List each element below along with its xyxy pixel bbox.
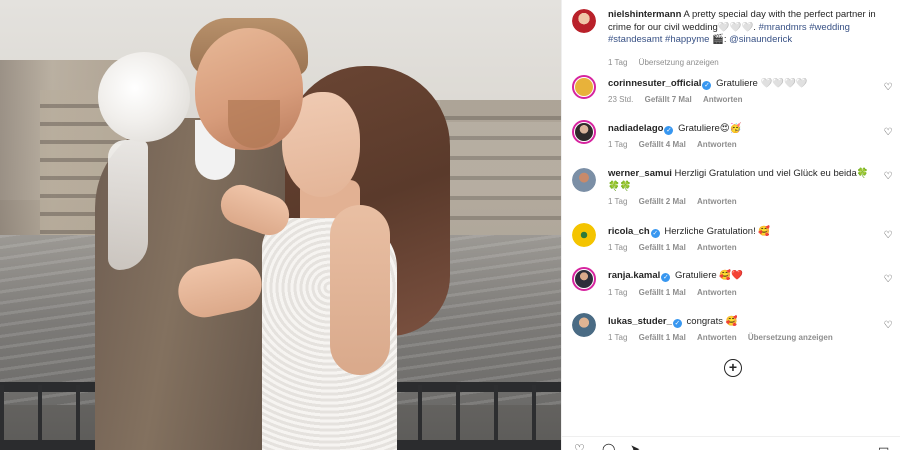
comment-body: Gratuliere😍🥳	[678, 123, 742, 134]
caption-text: nielshintermann A pretty special day wit…	[608, 9, 878, 47]
verified-icon: ✓	[672, 319, 682, 328]
commenter-avatar[interactable]	[572, 168, 596, 192]
comment-meta: 23 Std. Gefällt 7 Mal Antworten	[608, 95, 752, 104]
comment-likes[interactable]: Gefällt 4 Mal	[639, 140, 686, 149]
share-action-icon[interactable]: ➤	[630, 443, 644, 450]
comment-username[interactable]: corinnesuter_official	[608, 78, 701, 89]
comment-likes[interactable]: Gefällt 2 Mal	[639, 197, 686, 206]
comment-likes[interactable]: Gefällt 1 Mal	[639, 243, 686, 252]
comment-body: Herzligi Gratulation und viel Glück eu b…	[674, 168, 869, 179]
comment-body: Gratuliere 🤍🤍🤍🤍	[716, 78, 808, 89]
comment-time[interactable]: 1 Tag	[608, 288, 627, 297]
comment-meta: 1 Tag Gefällt 1 Mal Antworten Übersetzun…	[608, 333, 842, 342]
comment-like-heart-icon[interactable]: ♡	[883, 231, 893, 241]
comment-time[interactable]: 1 Tag	[608, 243, 627, 252]
comment-body-continued: 🍀🍀	[608, 180, 632, 192]
author-avatar[interactable]	[572, 9, 596, 33]
comment-likes[interactable]: Gefällt 1 Mal	[639, 333, 686, 342]
like-action-icon[interactable]: ♡	[574, 443, 588, 450]
caption-meta: 1 Tag Übersetzung anzeigen	[608, 58, 728, 67]
save-action-icon[interactable]: ▭	[878, 443, 892, 450]
verified-icon: ✓	[661, 273, 671, 282]
photo-bouquet-ribbon	[108, 140, 148, 270]
comment-body: Herzliche Gratulation! 🥰	[664, 226, 771, 237]
comment-meta: 1 Tag Gefällt 1 Mal Antworten	[608, 243, 746, 252]
commenter-avatar[interactable]	[572, 120, 596, 144]
caption-translate[interactable]: Übersetzung anzeigen	[639, 58, 719, 67]
comment-meta: 1 Tag Gefällt 1 Mal Antworten	[608, 288, 746, 297]
comment-like-heart-icon[interactable]: ♡	[883, 172, 893, 182]
verified-icon: ✓	[702, 81, 712, 90]
comment-time[interactable]: 1 Tag	[608, 140, 627, 149]
commenter-avatar[interactable]	[572, 223, 596, 247]
caption-mention[interactable]: @sinaunderick	[729, 34, 792, 45]
load-more-comments-icon[interactable]: +	[724, 359, 742, 377]
comment-likes[interactable]: Gefällt 1 Mal	[639, 288, 686, 297]
comment-body: congrats 🥰	[686, 316, 738, 327]
commenter-avatar[interactable]	[572, 75, 596, 99]
comment-username[interactable]: lukas_studer_	[608, 316, 672, 327]
comment-text: ricola_ch ✓ Herzliche Gratulation! 🥰	[608, 226, 878, 239]
comment-username[interactable]: ranja.kamal	[608, 270, 660, 281]
comments-panel: nielshintermann A pretty special day wit…	[561, 0, 900, 450]
comment-translate-button[interactable]: Übersetzung anzeigen	[748, 333, 833, 342]
verified-icon: ✓	[650, 229, 660, 238]
comment-reply-button[interactable]: Antworten	[703, 95, 743, 104]
comment-text: corinnesuter_official ✓ Gratuliere 🤍🤍🤍🤍	[608, 78, 878, 91]
comment-reply-button[interactable]: Antworten	[697, 288, 737, 297]
comment-time[interactable]: 23 Std.	[608, 95, 633, 104]
comment-username[interactable]: werner_samui	[608, 168, 672, 179]
comment-action-icon[interactable]: ◯	[602, 443, 616, 450]
comment-time[interactable]: 1 Tag	[608, 333, 627, 342]
comment-reply-button[interactable]: Antworten	[697, 197, 737, 206]
author-username[interactable]: nielshintermann	[608, 9, 681, 20]
comment-time[interactable]: 1 Tag	[608, 197, 627, 206]
comment-username[interactable]: ricola_ch	[608, 226, 650, 237]
comment-text: werner_samui Herzligi Gratulation und vi…	[608, 168, 878, 193]
photo-bouquet	[98, 52, 190, 142]
commenter-avatar[interactable]	[572, 267, 596, 291]
comment-like-heart-icon[interactable]: ♡	[883, 321, 893, 331]
comment-likes[interactable]: Gefällt 7 Mal	[645, 95, 692, 104]
comment-text: lukas_studer_ ✓ congrats 🥰	[608, 316, 878, 329]
caption-time[interactable]: 1 Tag	[608, 58, 627, 67]
comment-reply-button[interactable]: Antworten	[697, 140, 737, 149]
comment-reply-button[interactable]: Antworten	[697, 333, 737, 342]
comment-username[interactable]: nadiadelago	[608, 123, 663, 134]
caption-mention-prefix: 🎬:	[712, 34, 730, 45]
comment-like-heart-icon[interactable]: ♡	[883, 275, 893, 285]
photo-bride-arm	[330, 205, 390, 375]
comment-text: nadiadelago ✓ Gratuliere😍🥳	[608, 123, 878, 136]
verified-icon: ✓	[664, 126, 674, 135]
comment-body: Gratuliere 🥰❤️	[674, 270, 743, 281]
comment-text: ranja.kamal ✓ Gratuliere 🥰❤️	[608, 270, 878, 283]
comment-like-heart-icon[interactable]: ♡	[883, 83, 893, 93]
comment-meta: 1 Tag Gefällt 4 Mal Antworten	[608, 140, 746, 149]
comment-like-heart-icon[interactable]: ♡	[883, 128, 893, 138]
comment-meta: 1 Tag Gefällt 2 Mal Antworten	[608, 197, 746, 206]
post-photo[interactable]	[0, 0, 561, 450]
comment-reply-button[interactable]: Antworten	[697, 243, 737, 252]
commenter-avatar[interactable]	[572, 313, 596, 337]
post-action-bar: ♡ ◯ ➤ ▭	[562, 436, 900, 450]
